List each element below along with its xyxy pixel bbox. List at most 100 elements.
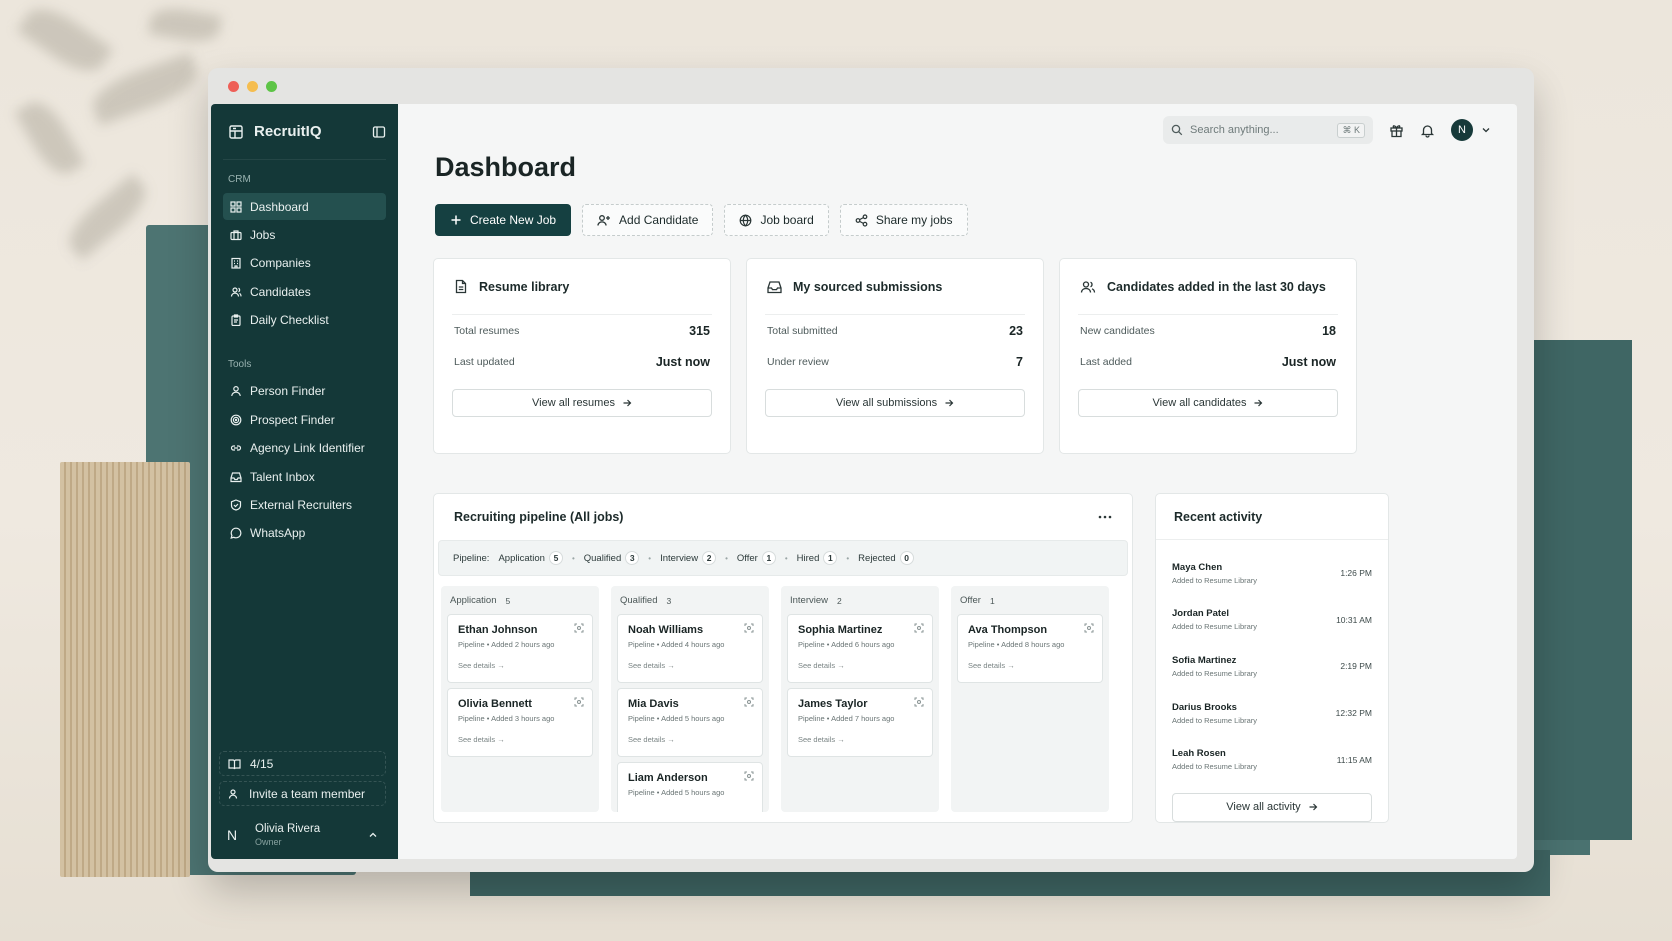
stage-chip-rejected[interactable]: Rejected 0: [858, 551, 914, 565]
column-header: Qualified 3: [617, 592, 763, 614]
candidate-card[interactable]: Sophia Martinez Pipeline • Added 6 hours…: [787, 614, 933, 683]
see-details-link[interactable]: See details →: [628, 735, 752, 744]
resume-library-card: Resume library Total resumes 315 Last up…: [433, 258, 731, 454]
chevron-up-icon[interactable]: [368, 830, 378, 840]
activity-item[interactable]: Leah Rosen Added to Resume Library 11:15 …: [1172, 736, 1372, 783]
stage-count: 5: [548, 551, 563, 565]
card-header: Recruiting pipeline (All jobs): [434, 494, 1132, 540]
stage-chip-application[interactable]: Application 5: [498, 551, 563, 565]
view-all-resumes-button[interactable]: View all resumes: [452, 389, 712, 417]
activity-item[interactable]: Darius Brooks Added to Resume Library 12:…: [1172, 690, 1372, 737]
brand-name: RecruitIQ: [254, 123, 322, 140]
card-header: Resume library: [452, 259, 712, 315]
user-info: Olivia Rivera Owner: [255, 823, 356, 847]
candidate-card[interactable]: Mia Davis Pipeline • Added 5 hours ago S…: [617, 688, 763, 757]
stage-chip-interview[interactable]: Interview 2: [660, 551, 717, 565]
see-details-link[interactable]: See details →: [968, 661, 1092, 670]
sidebar-item-agency-link-identifier[interactable]: Agency Link Identifier: [223, 435, 386, 462]
account-menu[interactable]: N: [1451, 119, 1491, 141]
activity-time: 12:32 PM: [1335, 708, 1372, 719]
scan-icon[interactable]: [574, 697, 584, 707]
sidebar-toggle-icon[interactable]: [372, 125, 386, 139]
scan-icon[interactable]: [1084, 623, 1094, 633]
candidate-card[interactable]: James Taylor Pipeline • Added 7 hours ag…: [787, 688, 933, 757]
user-plus-icon: [228, 788, 240, 800]
view-all-candidates-button[interactable]: View all candidates: [1078, 389, 1338, 417]
sidebar-item-talent-inbox[interactable]: Talent Inbox: [223, 463, 386, 490]
close-window-button[interactable]: [228, 80, 239, 92]
activity-item[interactable]: Sofia Martinez Added to Resume Library 2:…: [1172, 643, 1372, 690]
sidebar-item-label: Daily Checklist: [250, 313, 329, 328]
sidebar-item-external-recruiters[interactable]: External Recruiters: [223, 492, 386, 519]
more-options-icon[interactable]: [1098, 515, 1112, 519]
create-new-job-button[interactable]: Create New Job: [435, 204, 572, 236]
view-all-activity-button[interactable]: View all activity: [1172, 792, 1372, 822]
see-details-link[interactable]: See details →: [798, 661, 922, 670]
share-my-jobs-button[interactable]: Share my jobs: [839, 204, 968, 236]
sidebar-item-label: WhatsApp: [250, 526, 306, 541]
scan-icon[interactable]: [744, 623, 754, 633]
sidebar-item-dashboard[interactable]: Dashboard: [223, 193, 386, 220]
book-icon: [228, 758, 241, 770]
separator-dot: •: [725, 553, 728, 563]
sidebar-item-whatsapp[interactable]: WhatsApp: [223, 520, 386, 547]
maximize-window-button[interactable]: [266, 80, 277, 92]
card-title: Recruiting pipeline (All jobs): [454, 510, 624, 524]
scan-icon[interactable]: [744, 697, 754, 707]
see-details-link[interactable]: See details →: [458, 661, 582, 670]
search-input[interactable]: Search anything... ⌘ K: [1163, 116, 1373, 144]
sidebar-item-companies[interactable]: Companies: [223, 250, 386, 277]
sidebar-item-prospect-finder[interactable]: Prospect Finder: [223, 406, 386, 433]
button-label: Create New Job: [470, 213, 557, 227]
column-title: Qualified: [620, 595, 658, 606]
activity-item[interactable]: Maya Chen Added to Resume Library 1:26 PM: [1172, 550, 1372, 597]
candidate-card[interactable]: Liam Anderson Pipeline • Added 5 hours a…: [617, 762, 763, 812]
stat-label: Last updated: [454, 355, 515, 368]
view-all-submissions-button[interactable]: View all submissions: [765, 389, 1025, 417]
sidebar-item-daily-checklist[interactable]: Daily Checklist: [223, 307, 386, 334]
chevron-down-icon: [1481, 125, 1491, 135]
activity-desc: Added to Resume Library: [1172, 762, 1258, 772]
card-header: Recent activity: [1156, 494, 1388, 540]
scan-icon[interactable]: [914, 623, 924, 633]
separator-dot: •: [571, 553, 575, 563]
target-icon: [229, 413, 242, 426]
stat-row: Total resumes 315: [452, 315, 712, 346]
activity-item[interactable]: Jordan Patel Added to Resume Library 10:3…: [1172, 597, 1372, 644]
candidate-card[interactable]: Noah Williams Pipeline • Added 4 hours a…: [617, 614, 763, 683]
sidebar-item-candidates[interactable]: Candidates: [223, 278, 386, 305]
job-board-button[interactable]: Job board: [724, 204, 829, 236]
link-label: See details: [798, 735, 836, 744]
stage-count: 0: [899, 551, 914, 565]
candidate-card[interactable]: Olivia Bennett Pipeline • Added 3 hours …: [447, 688, 593, 757]
minimize-window-button[interactable]: [247, 80, 258, 92]
candidate-card[interactable]: Ethan Johnson Pipeline • Added 2 hours a…: [447, 614, 593, 683]
user-menu[interactable]: N Olivia Rivera Owner: [219, 811, 386, 859]
button-label: View all resumes: [532, 397, 615, 409]
gift-icon[interactable]: [1389, 123, 1404, 138]
invite-team-member-button[interactable]: Invite a team member: [219, 781, 386, 806]
onboarding-progress-button[interactable]: 4/15: [219, 751, 386, 776]
candidate-card[interactable]: Ava Thompson Pipeline • Added 8 hours ag…: [957, 614, 1103, 683]
column-count: 2: [837, 595, 842, 606]
link-label: See details: [628, 661, 666, 670]
scan-icon[interactable]: [914, 697, 924, 707]
stage-chip-hired[interactable]: Hired 1: [797, 551, 838, 565]
bell-icon[interactable]: [1420, 123, 1435, 138]
stage-chip-qualified[interactable]: Qualified 3: [584, 551, 640, 565]
sidebar-item-jobs[interactable]: Jobs: [223, 221, 386, 248]
app-window: RecruitIQ CRM Dashboard Jobs Companies C: [208, 68, 1534, 872]
pipeline-column-offer: Offer 1 Ava Thompson Pipeline • Added 8 …: [951, 586, 1109, 812]
user-role: Owner: [255, 837, 282, 847]
candidate-meta: Pipeline • Added 7 hours ago: [798, 714, 895, 723]
sidebar-item-person-finder[interactable]: Person Finder: [223, 378, 386, 405]
scan-icon[interactable]: [574, 623, 584, 633]
column-header: Application 5: [447, 592, 593, 614]
stage-chip-offer[interactable]: Offer 1: [737, 551, 776, 565]
activity-name: Maya Chen: [1172, 561, 1223, 573]
see-details-link[interactable]: See details →: [458, 735, 582, 744]
see-details-link[interactable]: See details →: [628, 661, 752, 670]
scan-icon[interactable]: [744, 771, 754, 781]
see-details-link[interactable]: See details →: [798, 735, 922, 744]
add-candidate-button[interactable]: Add Candidate: [582, 204, 714, 236]
